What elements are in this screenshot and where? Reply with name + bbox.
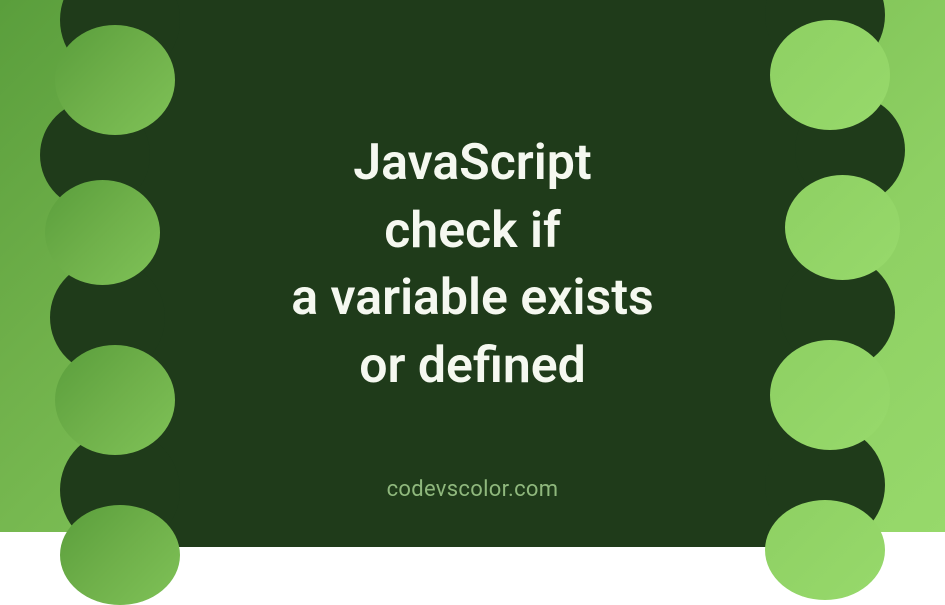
title-line: JavaScript (353, 134, 591, 192)
thumbnail-container: JavaScript check if a variable exists or… (0, 0, 945, 532)
site-watermark: codevscolor.com (0, 477, 945, 502)
title-line: a variable exists (291, 269, 654, 327)
main-title: JavaScript check if a variable exists or… (0, 130, 945, 400)
blob-notch (60, 505, 180, 605)
blob-notch (765, 500, 885, 600)
title-line: or defined (359, 337, 586, 395)
blob-notch (770, 20, 890, 130)
title-line: check if (384, 202, 561, 260)
blob-notch (55, 25, 175, 135)
